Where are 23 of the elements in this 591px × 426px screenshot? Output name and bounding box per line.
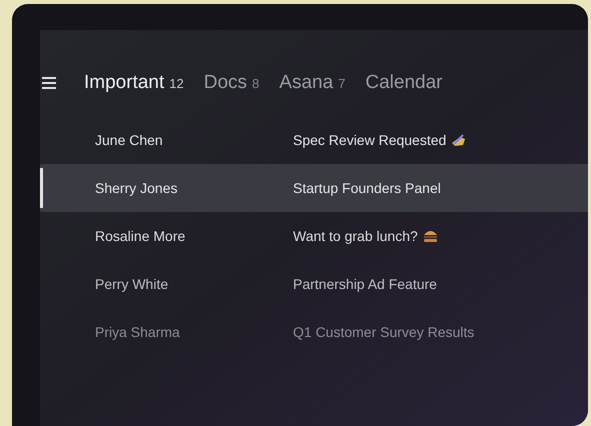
email-row[interactable]: Sherry Jones Startup Founders Panel bbox=[40, 164, 588, 212]
email-subject: Startup Founders Panel bbox=[293, 178, 441, 198]
email-row[interactable]: Priya Sharma Q1 Customer Survey Results bbox=[40, 308, 588, 356]
email-subject: Partnership Ad Feature bbox=[293, 274, 437, 294]
email-row[interactable]: Perry White Partnership Ad Feature bbox=[40, 260, 588, 308]
email-subject: Spec Review Requested bbox=[293, 130, 446, 150]
email-subject: Want to grab lunch? bbox=[293, 226, 418, 246]
email-subject: Q1 Customer Survey Results bbox=[293, 322, 474, 342]
sender-name: Perry White bbox=[95, 274, 170, 294]
writing-hand-icon bbox=[451, 134, 466, 146]
email-row[interactable]: June Chen Spec Review Requested bbox=[40, 116, 588, 164]
tab[interactable]: Docs 8 bbox=[204, 68, 260, 98]
email-row[interactable]: Rosaline More Want to grab lunch? bbox=[40, 212, 588, 260]
sender-name: Priya Sharma bbox=[95, 322, 181, 342]
menu-icon[interactable] bbox=[42, 77, 56, 89]
burger-icon bbox=[422, 229, 438, 243]
tab[interactable]: Important 12 bbox=[84, 68, 184, 98]
sender-name: Sherry Jones bbox=[95, 178, 178, 198]
selection-indicator bbox=[40, 168, 43, 208]
tab[interactable]: Asana 7 bbox=[279, 68, 346, 98]
sender-name: June Chen bbox=[95, 130, 164, 150]
sender-name: Rosaline More bbox=[95, 226, 186, 246]
tab[interactable]: Calendar bbox=[365, 68, 442, 98]
